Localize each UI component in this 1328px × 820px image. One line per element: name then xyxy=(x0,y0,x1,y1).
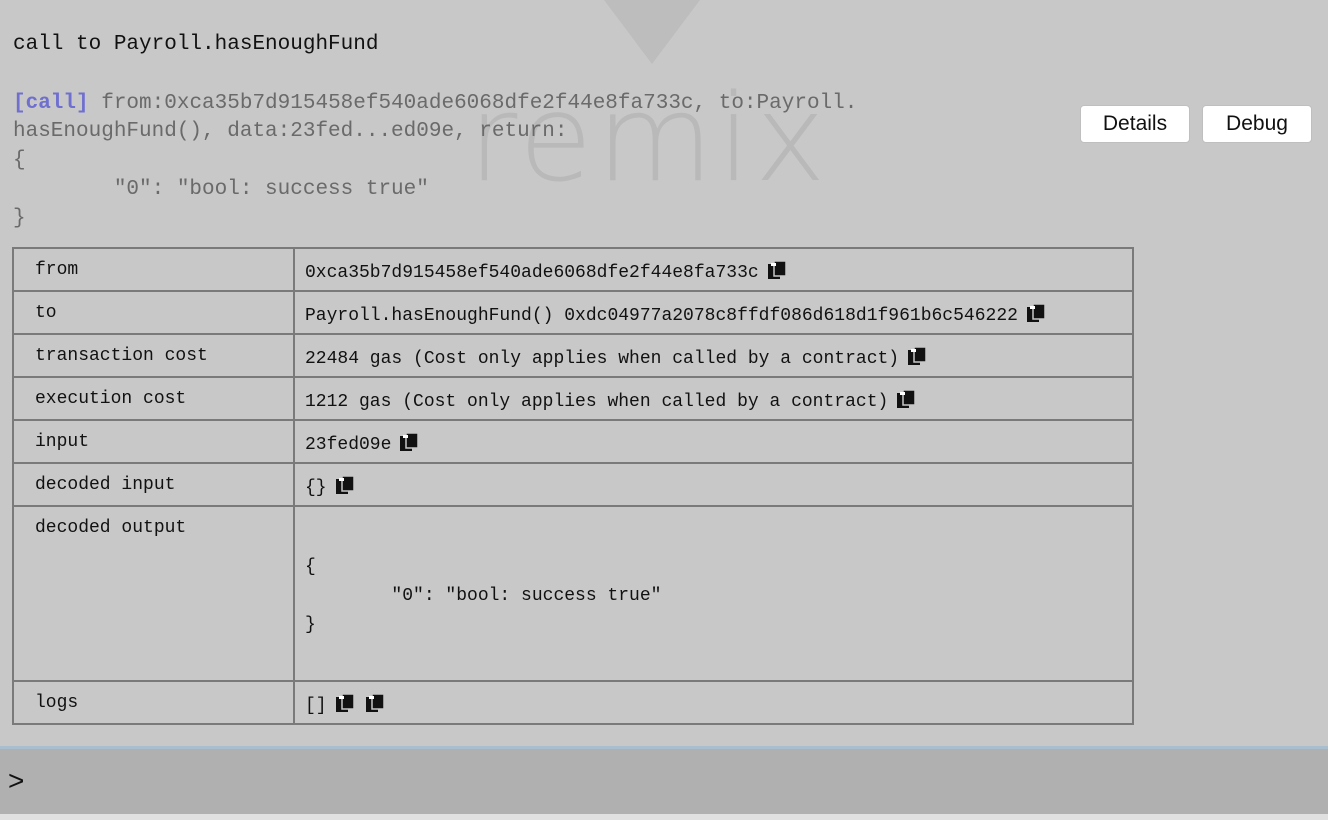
transaction-cost-value: 22484 gas (Cost only applies when called… xyxy=(305,349,900,369)
copy-icon[interactable] xyxy=(767,260,787,280)
table-row: from 0xca35b7d915458ef540ade6068dfe2f44e… xyxy=(12,247,1134,292)
row-value-transaction-cost: 22484 gas (Cost only applies when called… xyxy=(293,333,1134,378)
details-button[interactable]: Details xyxy=(1080,105,1190,143)
row-value-logs: [] xyxy=(293,680,1134,725)
row-key-execution-cost: execution cost xyxy=(12,376,295,421)
row-key-decoded-output: decoded output xyxy=(12,505,295,682)
input-value: 23fed09e xyxy=(305,435,392,455)
remix-logo-triangle xyxy=(604,0,700,64)
copy-icon[interactable] xyxy=(896,389,917,409)
copy-icon[interactable] xyxy=(907,346,927,366)
table-row: logs [] xyxy=(12,680,1134,725)
row-value-from: 0xca35b7d915458ef540ade6068dfe2f44e8fa73… xyxy=(293,247,1134,292)
table-row: input 23fed09e xyxy=(12,419,1134,464)
console-input-bar[interactable]: > xyxy=(0,746,1328,814)
table-row: decoded output { "0": "bool: success tru… xyxy=(12,505,1134,682)
log-line-2: hasEnoughFund(), data:23fed...ed09e, ret… xyxy=(13,120,568,143)
copy-icon[interactable] xyxy=(335,693,355,713)
decoded-output-json: { "0": "bool: success true"} xyxy=(305,553,1132,640)
log-line-1: [call] from:0xca35b7d915458ef540ade6068d… xyxy=(13,90,993,118)
debug-button[interactable]: Debug xyxy=(1202,105,1312,143)
terminal-output: remix call to Payroll.hasEnoughFund [cal… xyxy=(0,0,1328,746)
row-key-to: to xyxy=(12,290,295,335)
bottom-strip xyxy=(0,814,1328,820)
call-title: call to Payroll.hasEnoughFund xyxy=(13,33,379,56)
table-row: decoded input {} xyxy=(12,462,1134,507)
copy-icon[interactable] xyxy=(335,475,355,495)
row-key-decoded-input: decoded input xyxy=(12,462,295,507)
decoded-output-line: "0": "bool: success true" xyxy=(305,586,662,606)
row-value-input: 23fed09e xyxy=(293,419,1134,464)
row-key-input: input xyxy=(12,419,295,464)
row-value-decoded-input: {} xyxy=(293,462,1134,507)
to-value: Payroll.hasEnoughFund() 0xdc04977a2078c8… xyxy=(305,306,1018,326)
call-tag: [call] xyxy=(13,92,89,115)
copy-icon[interactable] xyxy=(365,693,385,713)
decoded-output-line: { xyxy=(305,557,316,577)
log-line-5: } xyxy=(13,207,26,230)
copy-icon[interactable] xyxy=(399,432,420,452)
copy-icon[interactable] xyxy=(1026,303,1046,323)
console-prompt: > xyxy=(8,765,25,796)
table-row: to Payroll.hasEnoughFund() 0xdc04977a207… xyxy=(12,290,1134,335)
table-row: execution cost 1212 gas (Cost only appli… xyxy=(12,376,1134,421)
row-key-transaction-cost: transaction cost xyxy=(12,333,295,378)
execution-cost-value: 1212 gas (Cost only applies when called … xyxy=(305,392,889,412)
row-value-execution-cost: 1212 gas (Cost only applies when called … xyxy=(293,376,1134,421)
row-key-from: from xyxy=(12,247,295,292)
table-row: transaction cost 22484 gas (Cost only ap… xyxy=(12,333,1134,378)
row-value-decoded-output: { "0": "bool: success true"} xyxy=(293,505,1134,682)
log-line-3: { xyxy=(13,149,26,172)
logs-value: [] xyxy=(305,696,327,716)
log-from-to: from:0xca35b7d915458ef540ade6068dfe2f44e… xyxy=(88,92,858,115)
transaction-details-table: from 0xca35b7d915458ef540ade6068dfe2f44e… xyxy=(12,247,1134,725)
row-value-to: Payroll.hasEnoughFund() 0xdc04977a2078c8… xyxy=(293,290,1134,335)
log-line-4: "0": "bool: success true" xyxy=(13,178,429,201)
decoded-output-line: } xyxy=(305,615,316,635)
from-value: 0xca35b7d915458ef540ade6068dfe2f44e8fa73… xyxy=(305,263,759,283)
row-key-logs: logs xyxy=(12,680,295,725)
decoded-input-value: {} xyxy=(305,478,327,498)
